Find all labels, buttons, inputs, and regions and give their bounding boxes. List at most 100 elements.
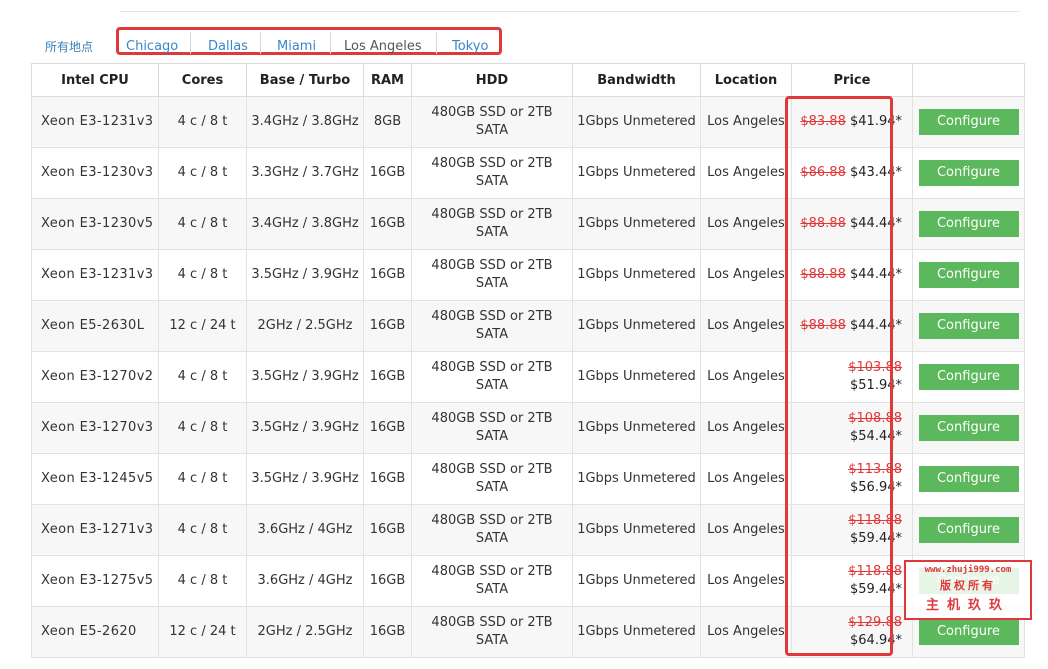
cores-cell: 4 c / 8 t (158, 198, 247, 250)
ram-cell: 8GB (363, 96, 412, 148)
action-cell: Configure (912, 198, 1025, 250)
cores-cell: 4 c / 8 t (158, 453, 247, 505)
cores-cell: 4 c / 8 t (158, 555, 247, 607)
table-header-row: Intel CPU Cores Base / Turbo RAM HDD Ban… (31, 63, 1025, 97)
location-cell: Los Angeles (700, 555, 792, 607)
freq-cell: 3.6GHz / 4GHz (246, 504, 364, 556)
cpu-cell: Xeon E3-1270v2 (31, 351, 159, 403)
tab-divider (330, 32, 331, 54)
top-divider (120, 11, 1020, 12)
location-cell: Los Angeles (700, 147, 792, 199)
configure-button[interactable]: Configure (918, 262, 1019, 288)
header-price: Price (791, 63, 913, 97)
bandwidth-cell: 1Gbps Unmetered (572, 453, 701, 505)
freq-cell: 2GHz / 2.5GHz (246, 300, 364, 352)
hdd-cell: 480GB SSD or 2TB SATA (411, 300, 573, 352)
bandwidth-cell: 1Gbps Unmetered (572, 606, 701, 658)
cores-cell: 12 c / 24 t (158, 300, 247, 352)
cpu-cell: Xeon E3-1231v3 (31, 96, 159, 148)
hdd-cell: 480GB SSD or 2TB SATA (411, 249, 573, 301)
ram-cell: 16GB (363, 402, 412, 454)
price-highlight-box (785, 96, 893, 656)
tab-divider (436, 32, 437, 54)
cpu-cell: Xeon E3-1245v5 (31, 453, 159, 505)
location-cell: Los Angeles (700, 300, 792, 352)
configure-button[interactable]: Configure (918, 109, 1019, 135)
location-cell: Los Angeles (700, 402, 792, 454)
ram-cell: 16GB (363, 300, 412, 352)
configure-button[interactable]: Configure (918, 160, 1019, 186)
location-cell: Los Angeles (700, 504, 792, 556)
cores-cell: 4 c / 8 t (158, 402, 247, 454)
watermark-brand: 主机玖玖 (925, 598, 1010, 613)
action-cell: Configure (912, 147, 1025, 199)
bandwidth-cell: 1Gbps Unmetered (572, 402, 701, 454)
tab-chicago[interactable]: Chicago (126, 39, 178, 54)
cpu-cell: Xeon E3-1271v3 (31, 504, 159, 556)
freq-cell: 3.5GHz / 3.9GHz (246, 249, 364, 301)
tab-tokyo[interactable]: Tokyo (452, 39, 488, 54)
configure-button[interactable]: Configure (918, 517, 1019, 543)
configure-button[interactable]: Configure (918, 466, 1019, 492)
all-locations-link[interactable]: 所有地点 (45, 38, 93, 55)
tab-miami[interactable]: Miami (277, 39, 316, 54)
freq-cell: 3.5GHz / 3.9GHz (246, 453, 364, 505)
hdd-cell: 480GB SSD or 2TB SATA (411, 453, 573, 505)
ram-cell: 16GB (363, 249, 412, 301)
ram-cell: 16GB (363, 555, 412, 607)
cores-cell: 4 c / 8 t (158, 249, 247, 301)
configure-button[interactable]: Configure (918, 415, 1019, 441)
header-base-turbo: Base / Turbo (246, 63, 364, 97)
ram-cell: 16GB (363, 504, 412, 556)
action-cell: Configure (912, 504, 1025, 556)
configure-button[interactable]: Configure (918, 364, 1019, 390)
watermark-copyright: 版权所有 (940, 579, 996, 592)
action-cell: Configure (912, 402, 1025, 454)
hdd-cell: 480GB SSD or 2TB SATA (411, 147, 573, 199)
action-cell: Configure (912, 300, 1025, 352)
cpu-cell: Xeon E5-2630L (31, 300, 159, 352)
tab-los-angeles[interactable]: Los Angeles (344, 39, 422, 54)
bandwidth-cell: 1Gbps Unmetered (572, 555, 701, 607)
action-cell: Configure (912, 351, 1025, 403)
ram-cell: 16GB (363, 351, 412, 403)
cpu-cell: Xeon E3-1231v3 (31, 249, 159, 301)
hdd-cell: 480GB SSD or 2TB SATA (411, 555, 573, 607)
cpu-cell: Xeon E3-1270v3 (31, 402, 159, 454)
hdd-cell: 480GB SSD or 2TB SATA (411, 198, 573, 250)
location-cell: Los Angeles (700, 249, 792, 301)
location-tabs: Chicago Dallas Miami Los Angeles Tokyo (116, 27, 502, 55)
configure-button[interactable]: Configure (918, 619, 1019, 645)
action-cell: Configure (912, 453, 1025, 505)
freq-cell: 2GHz / 2.5GHz (246, 606, 364, 658)
cpu-cell: Xeon E3-1230v5 (31, 198, 159, 250)
bandwidth-cell: 1Gbps Unmetered (572, 96, 701, 148)
hdd-cell: 480GB SSD or 2TB SATA (411, 402, 573, 454)
header-ram: RAM (363, 63, 412, 97)
hdd-cell: 480GB SSD or 2TB SATA (411, 96, 573, 148)
bandwidth-cell: 1Gbps Unmetered (572, 504, 701, 556)
freq-cell: 3.4GHz / 3.8GHz (246, 96, 364, 148)
header-cpu: Intel CPU (31, 63, 159, 97)
freq-cell: 3.6GHz / 4GHz (246, 555, 364, 607)
hdd-cell: 480GB SSD or 2TB SATA (411, 504, 573, 556)
hdd-cell: 480GB SSD or 2TB SATA (411, 351, 573, 403)
location-cell: Los Angeles (700, 96, 792, 148)
freq-cell: 3.4GHz / 3.8GHz (246, 198, 364, 250)
header-bandwidth: Bandwidth (572, 63, 701, 97)
bandwidth-cell: 1Gbps Unmetered (572, 351, 701, 403)
location-cell: Los Angeles (700, 606, 792, 658)
header-action (912, 63, 1025, 97)
action-cell: Configure (912, 249, 1025, 301)
ram-cell: 16GB (363, 147, 412, 199)
configure-button[interactable]: Configure (918, 211, 1019, 237)
configure-button[interactable]: Configure (918, 313, 1019, 339)
cpu-cell: Xeon E3-1275v5 (31, 555, 159, 607)
tab-divider (190, 32, 191, 54)
watermark-url: www.zhuji999.com (924, 565, 1012, 575)
freq-cell: 3.5GHz / 3.9GHz (246, 351, 364, 403)
location-cell: Los Angeles (700, 453, 792, 505)
bandwidth-cell: 1Gbps Unmetered (572, 198, 701, 250)
cores-cell: 12 c / 24 t (158, 606, 247, 658)
tab-dallas[interactable]: Dallas (208, 39, 248, 54)
